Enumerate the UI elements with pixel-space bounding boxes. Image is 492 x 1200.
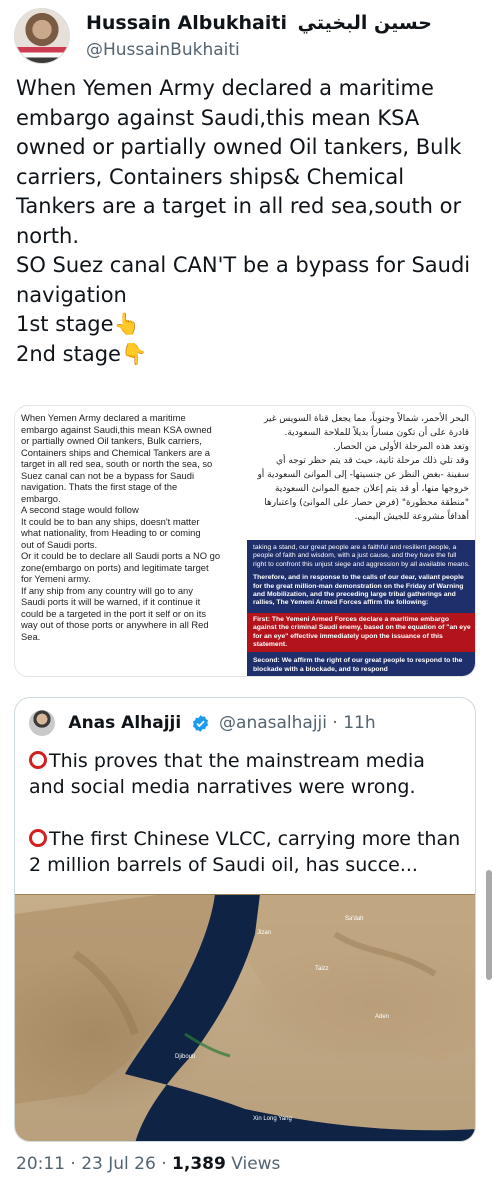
quoted-tweet-text: This proves that the mainstream media an… — [29, 748, 465, 878]
quoted-author-avatar[interactable] — [29, 710, 55, 736]
map-label: Xin Long Yang — [253, 1116, 292, 1122]
author-name[interactable]: Hussain Albukhaiti — [86, 12, 287, 34]
meta-separator: · — [161, 1154, 167, 1174]
meta-separator: · — [70, 1154, 76, 1174]
tweet-meta: 20:11 · 23 Jul 26 · 1,389 Views — [16, 1154, 280, 1174]
quoted-tweet-header: Anas Alhajji @anasalhajji · 11h — [29, 710, 376, 736]
author-name-row[interactable]: Hussain Albukhaiti حسين البخيتي — [86, 12, 432, 34]
tweet-time[interactable]: 20:11 — [16, 1154, 65, 1174]
tweet-image-document[interactable]: When Yemen Army declared a maritime emba… — [14, 405, 476, 677]
map-label: Taizz — [315, 966, 329, 972]
quoted-tweet[interactable]: Anas Alhajji @anasalhajji · 11h This pro… — [14, 697, 476, 1142]
views-count: 1,389 — [172, 1154, 226, 1174]
statement-panel: taking a stand, our great people are a f… — [247, 540, 475, 676]
author-name-arabic[interactable]: حسين البخيتي — [298, 12, 432, 34]
satellite-map-image[interactable]: Jizan Sa'dah Taizz Aden Djibouti Xin Lon… — [15, 894, 475, 1141]
quoted-time[interactable]: 11h — [343, 713, 375, 733]
red-circle-icon — [29, 829, 47, 847]
tweet-header: Hussain Albukhaiti حسين البخيتي @Hussain… — [14, 6, 484, 66]
red-circle-icon — [29, 751, 47, 769]
statement-second: Second: We affirm the right of our great… — [253, 657, 463, 673]
document-english-text: When Yemen Army declared a maritime emba… — [15, 406, 245, 676]
document-arabic-text: البحر الأحمر، شمالاً وجنوباً، مما يجعل ق… — [257, 414, 469, 522]
quoted-author-handle[interactable]: @anasalhajji — [219, 713, 327, 733]
map-label: Sa'dah — [345, 916, 364, 922]
statement-first: First: The Yemeni Armed Forces declare a… — [247, 612, 475, 653]
map-label: Djibouti — [175, 1054, 196, 1060]
views-label: Views — [231, 1154, 281, 1174]
author-handle[interactable]: @HussainBukhaiti — [86, 40, 240, 60]
flag-overlay — [15, 47, 69, 63]
map-label: Jizan — [257, 930, 272, 936]
quoted-author-name[interactable]: Anas Alhajji — [68, 713, 181, 733]
map-terrain — [15, 894, 475, 1141]
quoted-separator: · — [332, 713, 338, 733]
statement-therefore: Therefore, and in response to the calls … — [253, 574, 464, 607]
quoted-paragraph-1: This proves that the mainstream media an… — [29, 750, 431, 798]
document-right-panel: البحر الأحمر، شمالاً وجنوباً، مما يجعل ق… — [247, 406, 475, 676]
map-label: Aden — [375, 1014, 390, 1020]
tweet-date[interactable]: 23 Jul 26 — [81, 1154, 156, 1174]
verified-badge-icon — [192, 714, 208, 732]
statement-intro: taking a stand, our great people are a f… — [253, 544, 470, 568]
tweet-text: When Yemen Army declared a maritime emba… — [16, 76, 471, 366]
scrollbar[interactable] — [486, 870, 492, 980]
quoted-paragraph-2: The first Chinese VLCC, carrying more th… — [29, 828, 467, 876]
author-avatar[interactable] — [14, 8, 70, 64]
